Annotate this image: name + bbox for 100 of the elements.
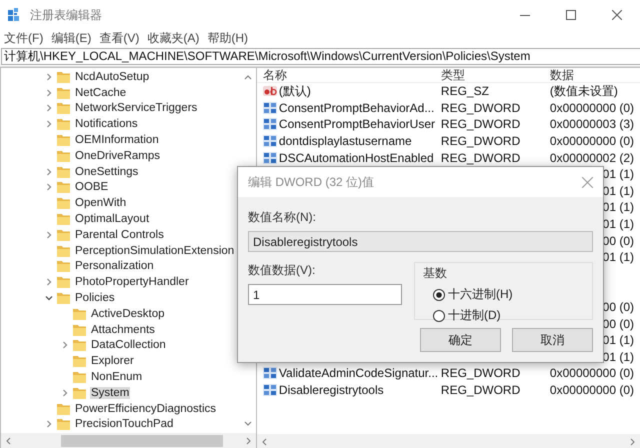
chevron-right-icon[interactable] — [61, 341, 69, 350]
chevron-down-icon[interactable] — [45, 294, 53, 302]
column-header[interactable]: 名称 — [262, 68, 287, 84]
radio-option[interactable]: 十六进制(H) — [433, 286, 513, 303]
field-label: 数值数据(V): — [248, 263, 316, 277]
scroll-left-icon[interactable] — [5, 437, 11, 445]
radio-icon[interactable] — [433, 310, 445, 322]
value-name: Disableregistrytools — [278, 382, 384, 397]
binary-value-icon — [262, 135, 277, 148]
tree-item[interactable]: OEMInformation — [74, 134, 160, 146]
tree-item[interactable]: DataCollection — [90, 339, 167, 352]
window-title: 注册表编辑器 — [30, 6, 102, 24]
tree-item[interactable]: Attachments — [90, 324, 156, 336]
value-name: (默认) — [278, 82, 311, 100]
string-value-icon — [262, 85, 277, 98]
scrollbar-thumb[interactable] — [61, 435, 223, 447]
tree-item[interactable]: OneDriveRamps — [74, 150, 161, 162]
value-name: dontdisplaylastusername — [278, 134, 412, 148]
folder-icon — [57, 213, 70, 226]
value-type: REG_DWORD — [440, 382, 520, 397]
tree-item[interactable]: OptimalLayout — [74, 213, 150, 226]
tree-item[interactable]: Personalization — [74, 260, 155, 272]
chevron-right-icon[interactable] — [45, 230, 53, 239]
menu-item[interactable]: 查看(V) — [99, 30, 140, 46]
folder-icon — [57, 418, 70, 430]
scroll-up-icon[interactable] — [244, 74, 252, 80]
chevron-right-icon[interactable] — [45, 278, 53, 286]
dialog-title: 编辑 DWORD (32 位)值 — [248, 174, 374, 190]
folder-icon — [73, 308, 86, 320]
scroll-right-icon[interactable] — [630, 438, 636, 446]
menu-item[interactable]: 编辑(E) — [51, 30, 92, 46]
value-data: 0x00000003 (3) — [550, 117, 634, 132]
tree-item[interactable]: PhotoPropertyHandler — [74, 276, 190, 288]
value-data: 0x00000000 (0) — [550, 366, 634, 380]
binary-value-icon — [262, 152, 277, 164]
registry-cubes-icon — [8, 8, 22, 22]
value-type: REG_DWORD — [440, 117, 520, 132]
scroll-down-icon[interactable] — [244, 421, 252, 427]
tree-item[interactable]: PrecisionTouchPad — [74, 418, 174, 430]
address-bar[interactable]: 计算机\HKEY_LOCAL_MACHINE\SOFTWARE\Microsoft\Windows\CurrentVersion\Policies\System — [1, 48, 640, 65]
value-data-field[interactable]: 1 — [248, 284, 402, 305]
value-data: 0x00000002 (2) — [550, 150, 634, 165]
tree-item[interactable]: Notifications — [74, 118, 139, 130]
tree-item[interactable]: NcdAutoSetup — [74, 70, 150, 83]
value-type: REG_DWORD — [440, 134, 520, 148]
folder-icon — [57, 402, 70, 415]
tree-item[interactable]: OneSettings — [74, 166, 140, 178]
value-data: 0x00000000 (0) — [550, 134, 634, 148]
dialog-button[interactable]: 确定 — [420, 328, 501, 352]
tree-item[interactable]: Parental Controls — [74, 228, 165, 241]
column-header[interactable]: 数据 — [550, 68, 574, 82]
folder-icon — [57, 228, 70, 241]
column-header[interactable]: 类型 — [440, 68, 465, 82]
folder-icon — [57, 134, 70, 146]
folder-icon — [57, 292, 70, 304]
chevron-right-icon[interactable] — [45, 420, 53, 428]
value-name: ConsentPromptBehaviorUser — [278, 117, 435, 132]
tree-item[interactable]: OpenWith — [74, 197, 128, 210]
binary-value-icon — [262, 102, 277, 114]
folder-icon — [57, 197, 70, 210]
close-icon[interactable] — [612, 10, 622, 20]
folder-icon — [57, 276, 70, 288]
menu-item[interactable]: 帮助(H) — [207, 30, 248, 46]
binary-value-icon — [262, 118, 277, 130]
value-type: REG_DWORD — [440, 150, 520, 165]
scroll-right-icon[interactable] — [246, 437, 252, 445]
value-name: ValidateAdminCodeSignatur... — [278, 366, 438, 380]
value-name-field[interactable]: Disableregistrytools — [248, 231, 593, 252]
folder-icon — [73, 324, 86, 336]
radio-icon[interactable] — [433, 288, 445, 300]
folder-icon — [57, 260, 70, 272]
value-name: DSCAutomationHostEnabled — [278, 150, 434, 165]
value-data: (数值未设置) — [550, 84, 618, 98]
menu-item[interactable]: 收藏夹(A) — [147, 30, 200, 46]
menu-item[interactable]: 文件(F) — [4, 30, 44, 46]
tree-item[interactable]: NonEnum — [90, 371, 144, 384]
binary-value-icon — [262, 367, 277, 380]
chevron-right-icon[interactable] — [61, 388, 69, 397]
tree-item[interactable]: System — [90, 386, 130, 399]
tree-item[interactable]: ActiveDesktop — [90, 308, 166, 320]
folder-icon — [73, 339, 86, 352]
dialog-button[interactable]: 取消 — [512, 328, 593, 352]
value-name: ConsentPromptBehaviorAd... — [278, 100, 434, 115]
maximize-icon[interactable] — [566, 10, 576, 20]
tree-item[interactable]: PowerEfficiencyDiagnostics — [74, 402, 218, 415]
tree-item[interactable]: NetworkServiceTriggers — [74, 102, 198, 114]
tree-item[interactable]: Policies — [74, 292, 116, 304]
folder-icon — [73, 371, 86, 384]
field-label: 数值名称(N): — [248, 209, 317, 226]
tree-item[interactable]: NetCache — [74, 86, 128, 99]
value-type: REG_SZ — [440, 84, 489, 98]
folder-icon — [57, 118, 70, 130]
tree-item[interactable]: OOBE — [74, 181, 110, 194]
value-type: REG_DWORD — [440, 100, 520, 115]
tree-item[interactable]: Explorer — [90, 355, 135, 368]
folder-icon — [57, 102, 70, 114]
radio-option[interactable]: 十进制(D) — [433, 307, 501, 324]
tree-item[interactable]: PerceptionSimulationExtension — [74, 244, 236, 257]
scroll-left-icon[interactable] — [260, 438, 267, 446]
folder-icon — [57, 70, 70, 83]
